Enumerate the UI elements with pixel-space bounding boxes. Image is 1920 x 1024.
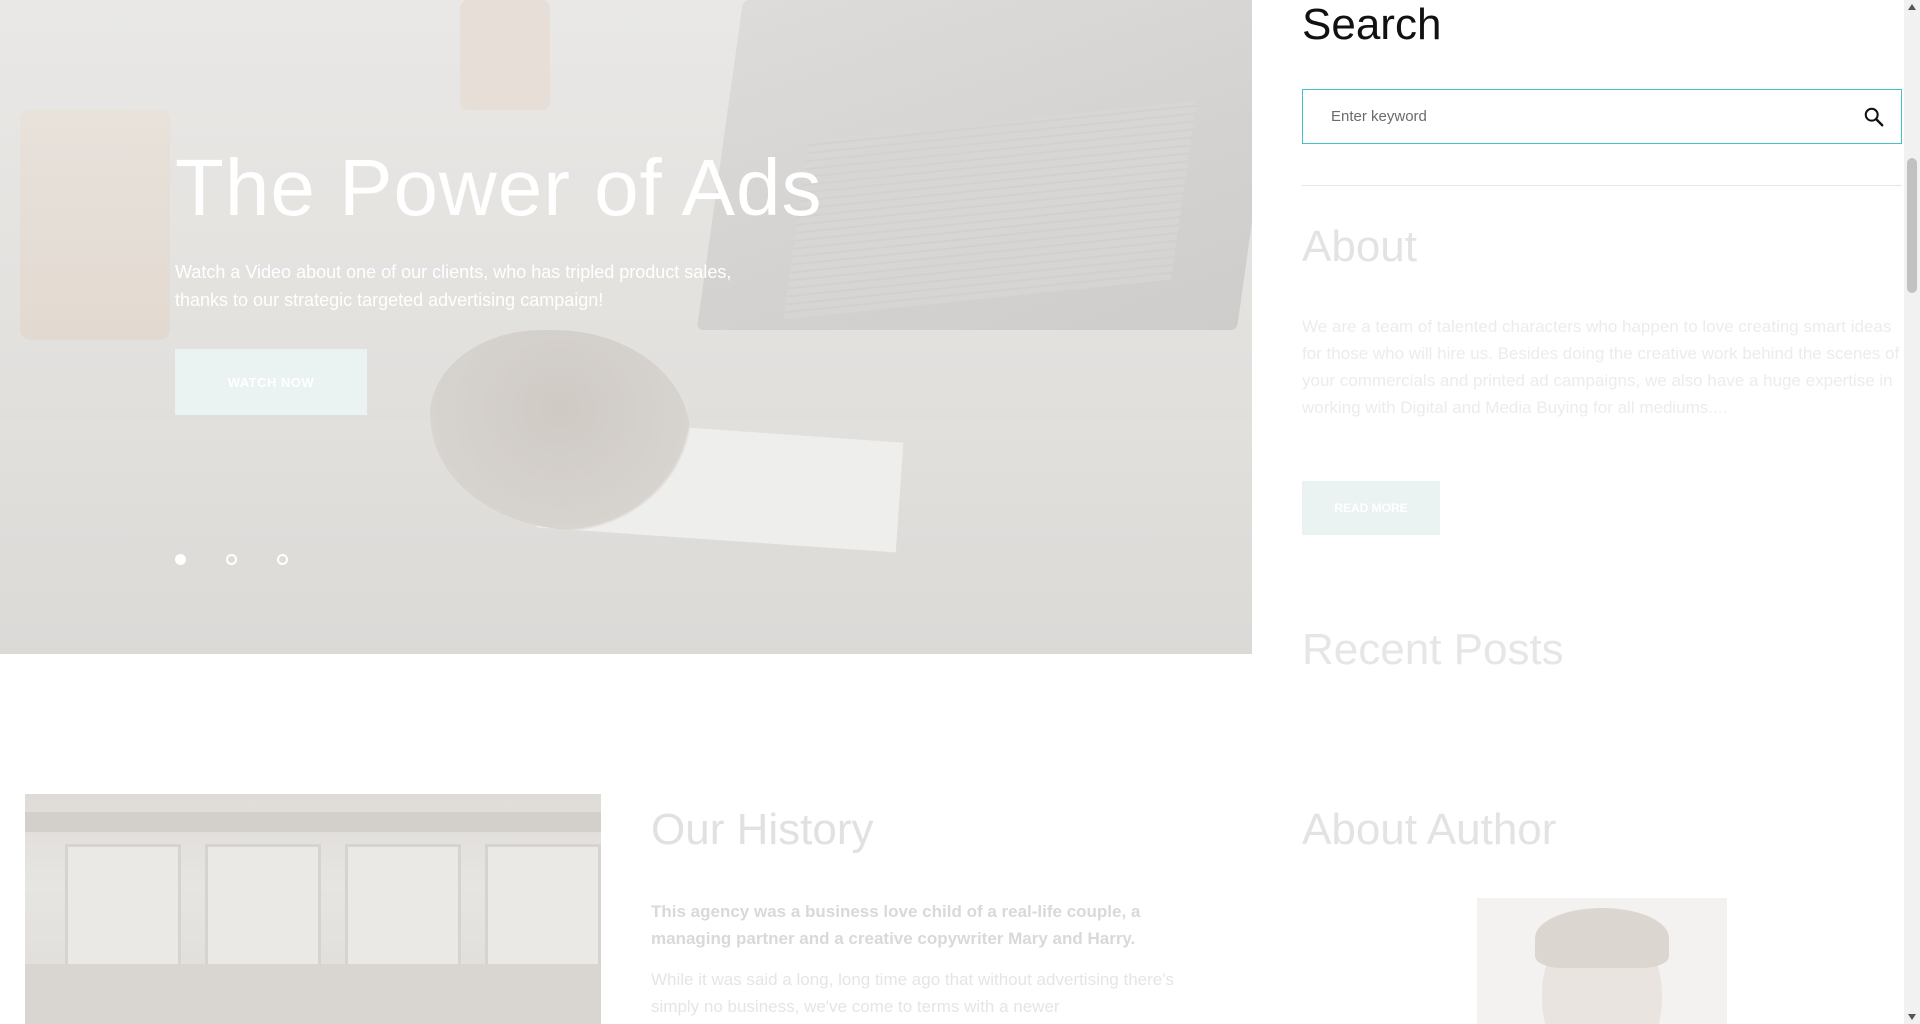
about-widget-title: About (1302, 222, 1417, 271)
history-title: Our History (651, 805, 874, 854)
search-widget-title: Search (1302, 0, 1442, 49)
search-icon (1864, 107, 1884, 126)
page-scrollbar[interactable] (1904, 0, 1920, 1024)
search-form (1302, 89, 1902, 144)
office-window (205, 844, 321, 980)
scroll-up-icon[interactable] (1904, 0, 1920, 14)
read-more-button[interactable]: READ MORE (1302, 481, 1440, 535)
office-window (485, 844, 601, 980)
history-lead: This agency was a business love child of… (651, 902, 1141, 948)
about-author-title: About Author (1302, 805, 1557, 854)
office-beam (25, 812, 601, 832)
search-input[interactable] (1303, 90, 1847, 143)
about-text: We are a team of talented characters who… (1302, 317, 1900, 417)
scroll-down-icon[interactable] (1904, 1010, 1920, 1024)
office-window (65, 844, 181, 980)
history-text: While it was said a long, long time ago … (651, 970, 1174, 1016)
hero-slider: The Power of Ads Watch a Video about one… (0, 0, 1252, 654)
search-submit-button[interactable] (1847, 90, 1901, 143)
scrollbar-thumb[interactable] (1907, 158, 1917, 293)
recent-posts-title: Recent Posts (1302, 625, 1564, 674)
slider-dot-1[interactable] (175, 554, 186, 565)
slider-pagination (175, 554, 288, 565)
slider-dot-2[interactable] (226, 554, 237, 565)
hero-image-cup (20, 110, 170, 340)
hero-title: The Power of Ads (175, 143, 823, 232)
office-desk (25, 964, 601, 1024)
office-image (25, 794, 601, 1024)
office-window (345, 844, 461, 980)
hero-subtitle: Watch a Video about one of our clients, … (175, 262, 732, 310)
slider-dot-3[interactable] (277, 554, 288, 565)
sidebar-divider (1302, 185, 1902, 186)
author-avatar (1477, 898, 1727, 1024)
hero-image-cup (460, 0, 550, 110)
author-hair (1535, 908, 1669, 968)
watch-now-button[interactable]: WATCH NOW (175, 349, 367, 415)
